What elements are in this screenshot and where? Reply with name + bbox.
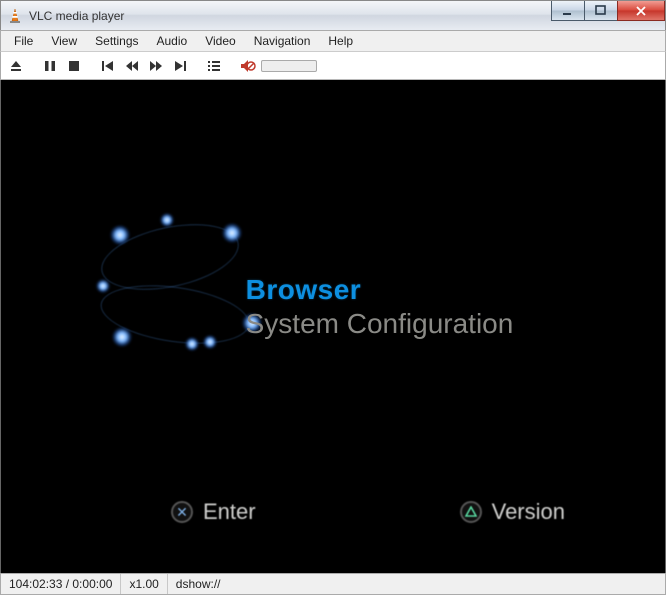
volume-slider[interactable] bbox=[261, 60, 317, 72]
status-time[interactable]: 104:02:33 / 0:00:00 bbox=[1, 574, 121, 594]
hint-version: Version bbox=[460, 499, 565, 525]
hint-version-label: Version bbox=[492, 499, 565, 525]
ps2-menu-sysconf: System Configuration bbox=[246, 308, 514, 340]
eject-button[interactable] bbox=[5, 55, 27, 77]
minimize-button[interactable] bbox=[551, 1, 585, 21]
ps2-menu-browser: Browser bbox=[246, 274, 514, 306]
pause-button[interactable] bbox=[39, 55, 61, 77]
menu-audio[interactable]: Audio bbox=[148, 31, 197, 51]
menu-settings[interactable]: Settings bbox=[86, 31, 147, 51]
hint-enter: ✕ Enter bbox=[171, 499, 256, 525]
video-area: Browser System Configuration ✕ Enter Ver… bbox=[0, 80, 666, 573]
ps2-hints: ✕ Enter Version bbox=[1, 499, 665, 525]
menubar: FileViewSettingsAudioVideoNavigationHelp bbox=[0, 30, 666, 52]
titlebar: VLC media player bbox=[0, 0, 666, 30]
vlc-cone-icon bbox=[7, 8, 23, 24]
prev-button[interactable] bbox=[97, 55, 119, 77]
menu-view[interactable]: View bbox=[42, 31, 86, 51]
window-buttons bbox=[552, 1, 665, 21]
next-button[interactable] bbox=[169, 55, 191, 77]
menu-navigation[interactable]: Navigation bbox=[245, 31, 320, 51]
close-button[interactable] bbox=[617, 1, 665, 21]
status-speed[interactable]: x1.00 bbox=[121, 574, 167, 594]
window-title: VLC media player bbox=[29, 9, 124, 23]
menu-help[interactable]: Help bbox=[319, 31, 362, 51]
rewind-button[interactable] bbox=[121, 55, 143, 77]
forward-button[interactable] bbox=[145, 55, 167, 77]
ps2-menu: Browser System Configuration bbox=[246, 274, 514, 340]
statusbar: 104:02:33 / 0:00:00 x1.00 dshow:// bbox=[0, 573, 666, 595]
ps2-orb-graphic bbox=[90, 217, 270, 367]
maximize-button[interactable] bbox=[584, 1, 618, 21]
menu-file[interactable]: File bbox=[5, 31, 42, 51]
hint-enter-label: Enter bbox=[203, 499, 256, 525]
ps-triangle-icon bbox=[460, 501, 482, 523]
mute-button[interactable] bbox=[237, 55, 259, 77]
stop-button[interactable] bbox=[63, 55, 85, 77]
toolbar bbox=[0, 52, 666, 80]
ps-x-icon: ✕ bbox=[171, 501, 193, 523]
playlist-button[interactable] bbox=[203, 55, 225, 77]
status-source: dshow:// bbox=[168, 574, 665, 594]
menu-video[interactable]: Video bbox=[196, 31, 244, 51]
